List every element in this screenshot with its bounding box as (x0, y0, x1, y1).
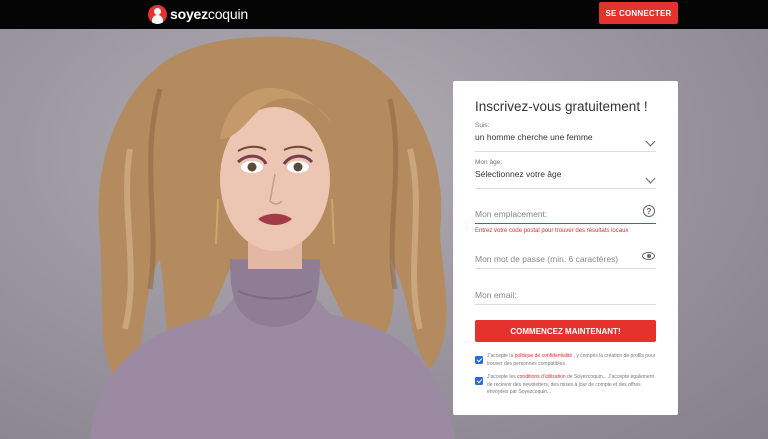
woman-portrait-image (90, 36, 455, 439)
terms-consent-text: J'accepte les conditions d'utilisation d… (487, 374, 654, 395)
password-input[interactable] (475, 250, 656, 268)
suis-value: un homme cherche une femme (475, 132, 593, 142)
privacy-checkbox[interactable] (475, 356, 483, 364)
woman-silhouette-icon (148, 4, 167, 24)
privacy-consent-text: J'accepte la politique de confidentialit… (487, 353, 656, 367)
submit-button[interactable]: COMMENCEZ MAINTENANT! (475, 320, 656, 342)
email-input[interactable] (475, 286, 656, 304)
login-button[interactable]: SE CONNECTER (599, 2, 678, 24)
terms-checkbox[interactable] (475, 377, 483, 385)
location-input[interactable] (475, 205, 656, 223)
brand-logo[interactable]: soyezcoquin (148, 2, 248, 26)
top-bar: soyezcoquin SE CONNECTER (0, 0, 768, 29)
terms-link[interactable]: conditions d'utilisation (517, 374, 565, 380)
signup-title: Inscrivez-vous gratuitement ! (475, 99, 648, 114)
location-error: Entrez votre code postal pour trouver de… (475, 228, 629, 234)
hero-background: Inscrivez-vous gratuitement ! Suis: un h… (0, 29, 768, 439)
signup-card: Inscrivez-vous gratuitement ! Suis: un h… (453, 81, 678, 415)
privacy-policy-link[interactable]: politique de confidentialité (515, 353, 573, 359)
suis-label: Suis: (475, 122, 490, 129)
eye-icon[interactable] (642, 252, 655, 260)
age-label: Mon âge: (475, 159, 503, 166)
age-value: Sélectionnez votre âge (475, 169, 562, 179)
password-field (475, 250, 656, 269)
privacy-consent: J'accepte la politique de confidentialit… (475, 353, 656, 368)
age-select[interactable]: Mon âge: Sélectionnez votre âge (475, 159, 656, 189)
suis-select[interactable]: Suis: un homme cherche une femme (475, 122, 656, 152)
terms-consent: J'accepte les conditions d'utilisation d… (475, 374, 656, 397)
location-field: ? (475, 205, 656, 224)
email-field (475, 286, 656, 305)
brand-name: soyezcoquin (170, 6, 248, 22)
question-circle-icon[interactable]: ? (643, 205, 655, 217)
